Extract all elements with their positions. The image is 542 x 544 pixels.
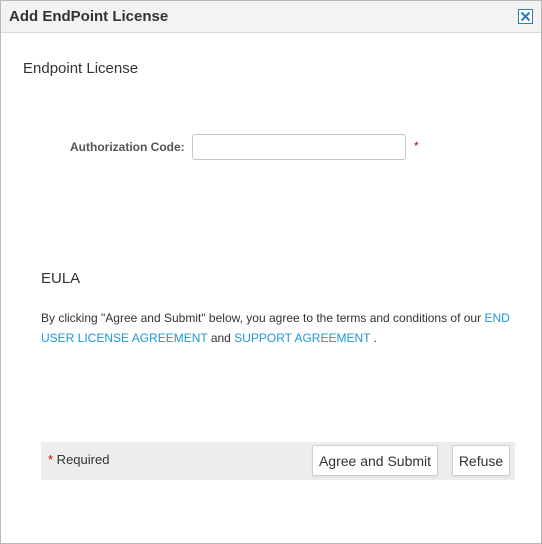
authorization-code-label: Authorization Code: (70, 140, 185, 154)
close-icon (520, 11, 531, 22)
required-marker: * (414, 139, 419, 153)
dialog-title: Add EndPoint License (9, 8, 169, 25)
endpoint-license-heading: Endpoint License (23, 60, 139, 77)
eula-heading: EULA (41, 270, 81, 287)
eula-text-after: . (370, 331, 377, 345)
required-note: * Required (48, 452, 109, 467)
eula-text-and: and (207, 331, 235, 345)
dialog-footer: * Required Agree and Submit Refuse (41, 442, 515, 480)
support-agreement-link[interactable]: SUPPORT AGREEMENT (234, 331, 370, 345)
eula-text: By clicking "Agree and Submit" below, yo… (41, 308, 511, 348)
authorization-code-input[interactable] (192, 134, 406, 160)
close-button[interactable] (518, 9, 533, 24)
add-endpoint-license-dialog: Add EndPoint License Endpoint License Au… (0, 0, 542, 544)
eula-text-before: By clicking "Agree and Submit" below, yo… (41, 311, 485, 325)
required-note-label: Required (53, 452, 110, 467)
refuse-button[interactable]: Refuse (452, 445, 510, 476)
dialog-titlebar: Add EndPoint License (1, 1, 541, 33)
agree-and-submit-button[interactable]: Agree and Submit (312, 445, 438, 476)
